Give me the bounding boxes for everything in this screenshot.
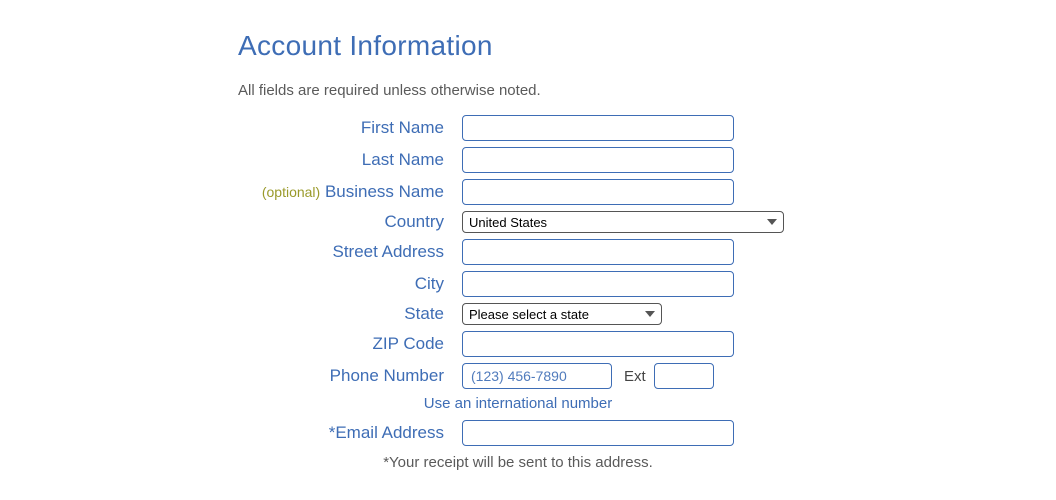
city-input[interactable] [462, 271, 734, 297]
first-name-label: First Name [238, 118, 462, 138]
ext-label: Ext [624, 368, 646, 385]
city-label: City [238, 274, 462, 294]
last-name-input[interactable] [462, 147, 734, 173]
state-select[interactable]: Please select a state [462, 303, 662, 325]
zip-label: ZIP Code [238, 334, 462, 354]
street-address-label: Street Address [238, 242, 462, 262]
required-note: All fields are required unless otherwise… [238, 82, 1056, 99]
page-title: Account Information [238, 30, 1056, 62]
email-label: *Email Address [238, 423, 462, 443]
first-name-input[interactable] [462, 115, 734, 141]
country-select[interactable]: United States [462, 211, 784, 233]
phone-label: Phone Number [238, 366, 462, 386]
business-name-input[interactable] [462, 179, 734, 205]
optional-tag: (optional) [262, 184, 320, 200]
street-address-input[interactable] [462, 239, 734, 265]
ext-input[interactable] [654, 363, 714, 389]
email-input[interactable] [462, 420, 734, 446]
state-label: State [238, 304, 462, 324]
business-name-label: Business Name [325, 182, 444, 201]
phone-input[interactable] [462, 363, 612, 389]
receipt-note: *Your receipt will be sent to this addre… [238, 454, 798, 471]
country-label: Country [238, 212, 462, 232]
zip-input[interactable] [462, 331, 734, 357]
last-name-label: Last Name [238, 150, 462, 170]
international-number-link[interactable]: Use an international number [238, 395, 798, 412]
